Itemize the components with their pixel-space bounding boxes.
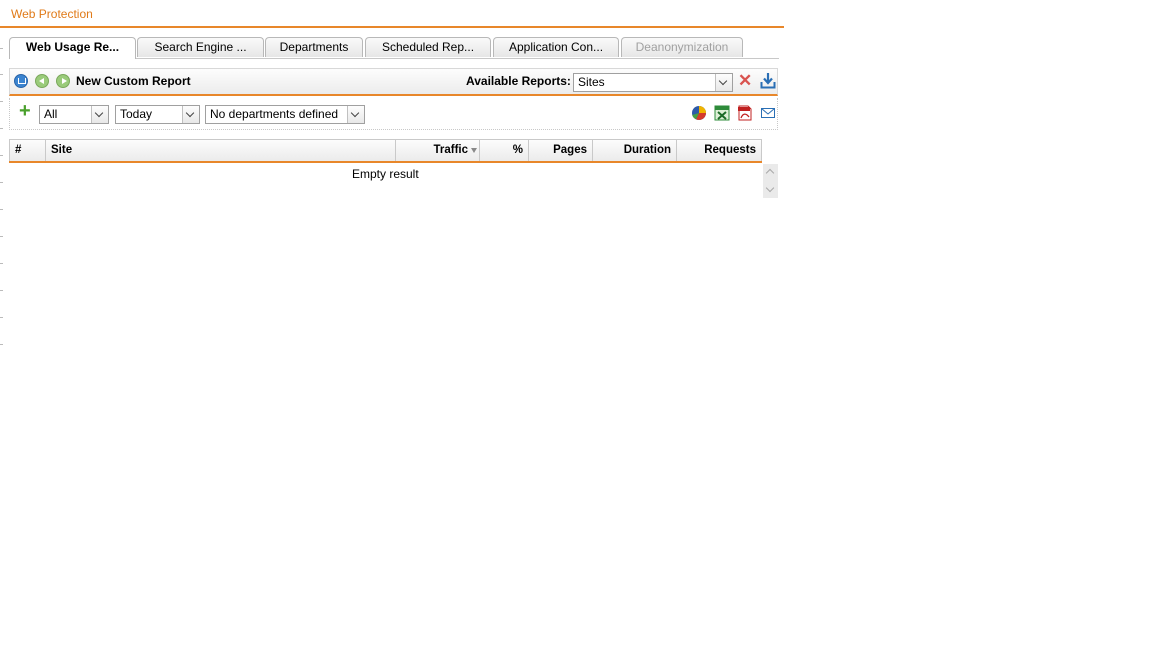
column-header-pages[interactable]: Pages [528,139,593,161]
chevron-down-icon[interactable] [91,106,108,123]
pdf-icon[interactable] [737,105,753,121]
available-reports-label: Available Reports: [466,74,571,88]
column-header-number[interactable]: # [9,139,46,161]
tab-web-usage-reports[interactable]: Web Usage Re... [9,37,136,59]
plus-icon[interactable]: + [19,101,31,121]
xls-icon[interactable] [714,105,730,121]
tab-scheduled-reports[interactable]: Scheduled Rep... [365,37,491,57]
available-reports-value: Sites [578,75,605,89]
period-value: Today [120,107,153,121]
pie-chart-icon[interactable] [691,105,707,121]
left-edge-ticks [0,0,3,350]
available-reports-select[interactable]: Sites [573,73,733,92]
empty-result-message: Empty result [352,167,419,181]
column-header-traffic[interactable]: Traffic [395,139,480,161]
departments-value: No departments defined [210,107,339,121]
column-header-requests[interactable]: Requests [676,139,762,161]
filter-toolbar: + All Today No departments defined [9,98,778,130]
back-arrow-icon[interactable] [35,74,49,88]
table-header: # Site Traffic % Pages Duration Requests [9,139,762,163]
chevron-down-icon[interactable] [182,106,199,123]
home-icon[interactable] [14,74,28,88]
tab-deanonymization: Deanonymization [621,37,743,57]
tab-search-engine[interactable]: Search Engine ... [137,37,264,57]
tab-application-control[interactable]: Application Con... [493,37,619,57]
scope-value: All [44,107,58,121]
period-select[interactable]: Today [115,105,200,124]
forward-arrow-icon[interactable] [56,74,70,88]
column-header-percent[interactable]: % [479,139,529,161]
scope-select[interactable]: All [39,105,109,124]
page-title: Web Protection [11,7,93,21]
report-toolbar: New Custom Report Available Reports: Sit… [9,68,778,96]
sort-descending-icon [471,148,477,156]
tab-departments[interactable]: Departments [265,37,363,57]
tab-bar: Web Usage Re... Search Engine ... Depart… [9,37,779,59]
column-header-traffic-label: Traffic [433,144,468,156]
chevron-down-icon[interactable] [715,74,732,91]
vertical-scrollbar[interactable] [763,164,778,198]
mail-icon[interactable] [760,105,776,121]
report-title: New Custom Report [76,74,191,88]
chevron-down-icon[interactable] [347,106,364,123]
departments-select[interactable]: No departments defined [205,105,365,124]
page-header: Web Protection [0,0,784,28]
download-icon[interactable] [760,72,776,89]
close-icon[interactable]: ✕ [738,72,752,89]
column-header-site[interactable]: Site [45,139,396,161]
column-header-duration[interactable]: Duration [592,139,677,161]
